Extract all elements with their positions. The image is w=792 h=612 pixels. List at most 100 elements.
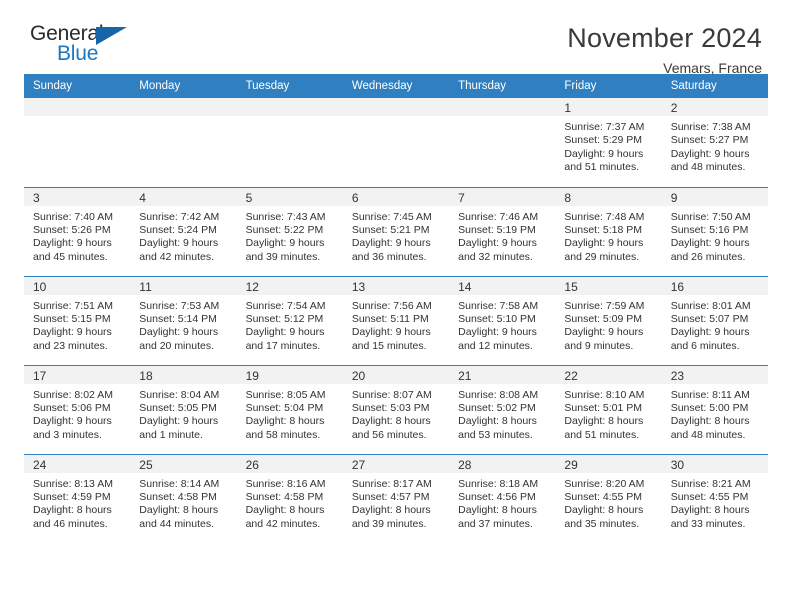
- day-sun-info: Sunrise: 7:40 AM Sunset: 5:26 PM Daylight:…: [24, 206, 130, 265]
- day-number: 14: [449, 276, 556, 295]
- day-daylight-line1-text: Daylight: 9 hours: [670, 147, 750, 160]
- day-sunset-text: Sunset: 5:00 PM: [670, 401, 749, 414]
- day-number: [130, 98, 237, 116]
- calendar-day-cell[interactable]: 30 Sunrise: 8:21 AM Sunset: 4:55 PM Dayligh…: [661, 453, 768, 543]
- calendar-day-cell[interactable]: 3 Sunrise: 7:40 AM Sunset: 5:26 PM Daylight…: [24, 186, 131, 276]
- day-number: 16: [661, 276, 768, 295]
- day-sunset-text: Sunset: 4:55 PM: [564, 490, 643, 503]
- day-number: 21: [449, 365, 556, 384]
- day-daylight-line2-text: and 46 minutes.: [33, 517, 108, 530]
- day-daylight-line1-text: Daylight: 8 hours: [33, 504, 112, 517]
- day-sun-info: Sunrise: 8:01 AM Sunset: 5:07 PM Daylight:…: [662, 295, 768, 354]
- day-sunset-text: Sunset: 5:16 PM: [670, 223, 749, 236]
- day-daylight-line1-text: Daylight: 9 hours: [670, 326, 750, 339]
- calendar-day-cell[interactable]: 9 Sunrise: 7:50 AM Sunset: 5:16 PM Daylight…: [661, 186, 768, 276]
- day-sunrise-text: Sunrise: 8:17 AM: [351, 477, 432, 490]
- blue-triangle-icon: [96, 27, 127, 45]
- calendar-day-cell[interactable]: 11 Sunrise: 7:53 AM Sunset: 5:14 PM Dayligh…: [130, 275, 237, 365]
- calendar-day-cell[interactable]: 22 Sunrise: 8:10 AM Sunset: 5:01 PM Dayligh…: [555, 364, 662, 454]
- day-daylight-line2-text: and 35 minutes.: [564, 517, 640, 530]
- calendar-day-cell[interactable]: 26 Sunrise: 8:16 AM Sunset: 4:58 PM Dayligh…: [236, 453, 343, 543]
- day-daylight-line2-text: and 58 minutes.: [245, 428, 321, 441]
- calendar-week-row: 10 Sunrise: 7:51 AM Sunset: 5:15 PM Dayligh…: [24, 275, 768, 365]
- day-sun-info: Sunrise: 7:50 AM Sunset: 5:16 PM Daylight:…: [662, 206, 768, 265]
- calendar-day-cell[interactable]: 1 Sunrise: 7:37 AM Sunset: 5:29 PM Daylight…: [555, 98, 662, 187]
- day-sunrise-text: Sunrise: 8:07 AM: [351, 388, 432, 401]
- weekday-header-thursday: Thursday: [449, 74, 556, 98]
- day-daylight-line2-text: and 3 minutes.: [33, 428, 102, 441]
- calendar-day-cell[interactable]: 17 Sunrise: 8:02 AM Sunset: 5:06 PM Dayligh…: [24, 364, 131, 454]
- calendar-day-cell[interactable]: 13 Sunrise: 7:56 AM Sunset: 5:11 PM Dayligh…: [342, 275, 450, 365]
- day-daylight-line2-text: and 36 minutes.: [351, 250, 427, 263]
- day-number: 25: [130, 454, 237, 473]
- calendar-day-cell[interactable]: 23 Sunrise: 8:11 AM Sunset: 5:00 PM Dayligh…: [661, 364, 768, 454]
- day-sunset-text: Sunset: 5:27 PM: [670, 134, 749, 147]
- day-daylight-line1-text: Daylight: 9 hours: [139, 326, 219, 339]
- day-sunrise-text: Sunrise: 8:02 AM: [33, 388, 113, 401]
- calendar-day-cell[interactable]: 6 Sunrise: 7:45 AM Sunset: 5:21 PM Daylight…: [342, 186, 450, 276]
- day-daylight-line2-text: and 33 minutes.: [670, 517, 746, 530]
- calendar-day-cell-empty: [449, 98, 556, 187]
- day-daylight-line1-text: Daylight: 9 hours: [139, 237, 219, 250]
- day-sun-info: Sunrise: 8:02 AM Sunset: 5:06 PM Daylight:…: [24, 384, 130, 443]
- calendar-day-cell[interactable]: 20 Sunrise: 8:07 AM Sunset: 5:03 PM Dayligh…: [342, 364, 450, 454]
- day-sunset-text: Sunset: 5:22 PM: [245, 223, 324, 236]
- day-daylight-line1-text: Daylight: 8 hours: [245, 504, 325, 517]
- calendar-week-row: 24 Sunrise: 8:13 AM Sunset: 4:59 PM Dayligh…: [24, 453, 768, 543]
- day-number: 10: [24, 276, 131, 295]
- calendar-day-cell[interactable]: 5 Sunrise: 7:43 AM Sunset: 5:22 PM Daylight…: [236, 186, 343, 276]
- calendar-day-cell-empty: [236, 98, 343, 187]
- day-sunrise-text: Sunrise: 7:40 AM: [33, 210, 113, 223]
- day-sunset-text: Sunset: 5:06 PM: [33, 401, 111, 414]
- day-sun-info: Sunrise: 7:45 AM Sunset: 5:21 PM Daylight:…: [343, 206, 449, 265]
- day-daylight-line2-text: and 37 minutes.: [458, 517, 533, 530]
- page-subtitle: Vemars, France: [663, 60, 762, 76]
- calendar-day-cell[interactable]: 28 Sunrise: 8:18 AM Sunset: 4:56 PM Dayligh…: [449, 453, 556, 543]
- calendar-body: 1 Sunrise: 7:37 AM Sunset: 5:29 PM Daylight…: [24, 98, 768, 543]
- general-blue-logo[interactable]: General Blue: [24, 22, 136, 68]
- calendar-day-cell[interactable]: 25 Sunrise: 8:14 AM Sunset: 4:58 PM Dayligh…: [130, 453, 237, 543]
- day-sunset-text: Sunset: 5:15 PM: [33, 312, 111, 325]
- day-sunset-text: Sunset: 5:21 PM: [351, 223, 430, 236]
- day-daylight-line1-text: Daylight: 8 hours: [139, 504, 219, 517]
- day-daylight-line1-text: Daylight: 9 hours: [33, 415, 112, 428]
- calendar-day-cell[interactable]: 24 Sunrise: 8:13 AM Sunset: 4:59 PM Dayligh…: [24, 453, 131, 543]
- calendar-day-cell[interactable]: 18 Sunrise: 8:04 AM Sunset: 5:05 PM Dayligh…: [130, 364, 237, 454]
- day-sunset-text: Sunset: 5:05 PM: [139, 401, 217, 414]
- day-sunset-text: Sunset: 4:55 PM: [670, 490, 749, 503]
- day-number: 2: [661, 98, 768, 116]
- day-sunrise-text: Sunrise: 7:48 AM: [564, 210, 645, 223]
- calendar-day-cell[interactable]: 15 Sunrise: 7:59 AM Sunset: 5:09 PM Dayligh…: [555, 275, 662, 365]
- day-sunrise-text: Sunrise: 7:38 AM: [670, 121, 751, 133]
- day-daylight-line2-text: and 51 minutes.: [564, 428, 640, 441]
- calendar-day-cell[interactable]: 2 Sunrise: 7:38 AM Sunset: 5:27 PM Daylight…: [661, 98, 768, 187]
- calendar-day-cell[interactable]: 4 Sunrise: 7:42 AM Sunset: 5:24 PM Daylight…: [130, 186, 237, 276]
- calendar-day-cell[interactable]: 10 Sunrise: 7:51 AM Sunset: 5:15 PM Dayligh…: [24, 275, 131, 365]
- day-daylight-line1-text: Daylight: 8 hours: [670, 504, 750, 517]
- calendar-day-cell[interactable]: 8 Sunrise: 7:48 AM Sunset: 5:18 PM Daylight…: [555, 186, 662, 276]
- day-sunrise-text: Sunrise: 7:46 AM: [458, 210, 539, 223]
- day-number: 15: [555, 276, 662, 295]
- calendar-day-cell[interactable]: 27 Sunrise: 8:17 AM Sunset: 4:57 PM Dayligh…: [342, 453, 450, 543]
- day-sunset-text: Sunset: 5:26 PM: [33, 223, 111, 236]
- day-sunrise-text: Sunrise: 7:50 AM: [670, 210, 751, 223]
- day-sunset-text: Sunset: 5:29 PM: [564, 134, 643, 147]
- calendar-day-cell[interactable]: 7 Sunrise: 7:46 AM Sunset: 5:19 PM Daylight…: [449, 186, 556, 276]
- calendar-day-cell[interactable]: 16 Sunrise: 8:01 AM Sunset: 5:07 PM Dayligh…: [661, 275, 768, 365]
- calendar-day-cell-empty: [130, 98, 237, 187]
- day-sunrise-text: Sunrise: 8:21 AM: [670, 477, 751, 490]
- day-daylight-line2-text: and 56 minutes.: [351, 428, 427, 441]
- day-sunrise-text: Sunrise: 7:42 AM: [139, 210, 220, 223]
- day-sunrise-text: Sunrise: 7:37 AM: [564, 121, 645, 133]
- day-number: [342, 98, 450, 116]
- calendar-day-cell[interactable]: 19 Sunrise: 8:05 AM Sunset: 5:04 PM Dayligh…: [236, 364, 343, 454]
- day-sun-info: Sunrise: 8:10 AM Sunset: 5:01 PM Daylight:…: [555, 384, 661, 443]
- day-sun-info: Sunrise: 8:13 AM Sunset: 4:59 PM Daylight:…: [24, 473, 130, 532]
- calendar-day-cell[interactable]: 14 Sunrise: 7:58 AM Sunset: 5:10 PM Dayligh…: [449, 275, 556, 365]
- day-sunset-text: Sunset: 4:56 PM: [458, 490, 536, 503]
- calendar-day-cell[interactable]: 29 Sunrise: 8:20 AM Sunset: 4:55 PM Dayligh…: [555, 453, 662, 543]
- day-sunrise-text: Sunrise: 7:51 AM: [33, 299, 113, 312]
- calendar-day-cell[interactable]: 12 Sunrise: 7:54 AM Sunset: 5:12 PM Dayligh…: [236, 275, 343, 365]
- day-sunrise-text: Sunrise: 8:10 AM: [564, 388, 645, 401]
- calendar-day-cell[interactable]: 21 Sunrise: 8:08 AM Sunset: 5:02 PM Dayligh…: [449, 364, 556, 454]
